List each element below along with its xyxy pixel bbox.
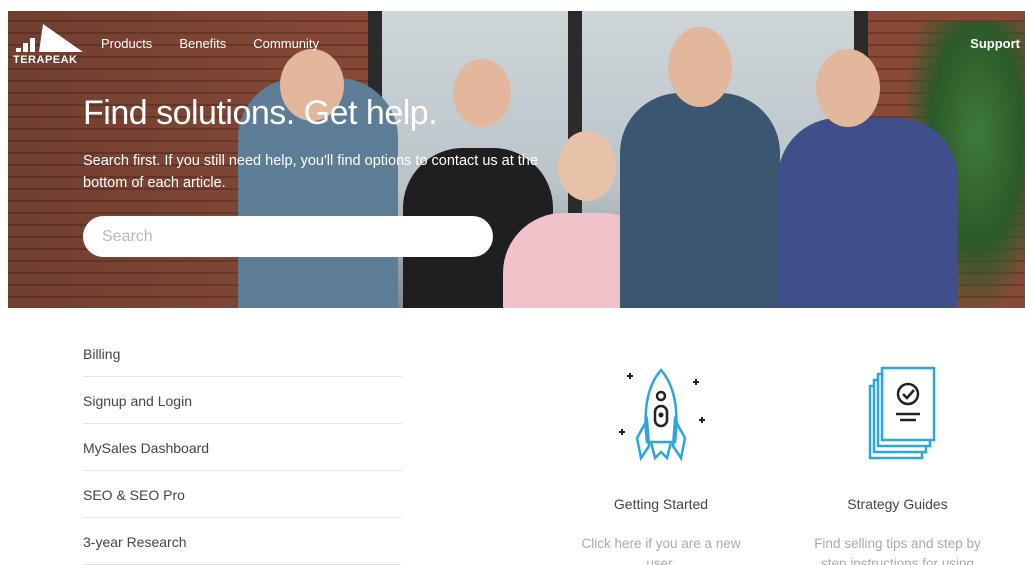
book-guide-icon (868, 366, 935, 460)
main-nav: Products Benefits Community (101, 36, 319, 51)
search-input[interactable] (83, 216, 493, 257)
category-3-year-research[interactable]: 3-year Research (83, 518, 402, 565)
card-description: Find selling tips and step by step instr… (814, 536, 981, 565)
card-title: Strategy Guides (847, 496, 948, 512)
hero-person (620, 93, 780, 308)
category-list: Billing Signup and Login MySales Dashboa… (83, 330, 402, 565)
brand-name: TERAPEAK (13, 54, 78, 66)
rocket-icon (619, 368, 705, 462)
card-description: Click here if you are a new user. (581, 536, 741, 565)
support-link[interactable]: Support (970, 36, 1020, 51)
nav-benefits[interactable]: Benefits (179, 36, 226, 51)
category-signup-login[interactable]: Signup and Login (83, 377, 402, 424)
card-title: Getting Started (613, 496, 709, 512)
hero-person-head (453, 59, 511, 127)
card-getting-started[interactable]: Getting Started Click here if you are a … (570, 362, 752, 565)
nav-products[interactable]: Products (101, 36, 152, 51)
hero-person-head (816, 49, 880, 127)
hero-subtitle: Search first. If you still need help, yo… (83, 153, 538, 191)
category-mysales-dashboard[interactable]: MySales Dashboard (83, 424, 402, 471)
hero-person (778, 118, 958, 308)
category-seo[interactable]: SEO & SEO Pro (83, 471, 402, 518)
hero-title: Find solutions. Get help. (83, 94, 438, 132)
category-billing[interactable]: Billing (83, 330, 402, 377)
card-strategy-guides[interactable]: Strategy Guides Find selling tips and st… (805, 362, 990, 565)
nav-community[interactable]: Community (253, 36, 319, 51)
hero-person-head (668, 27, 732, 107)
